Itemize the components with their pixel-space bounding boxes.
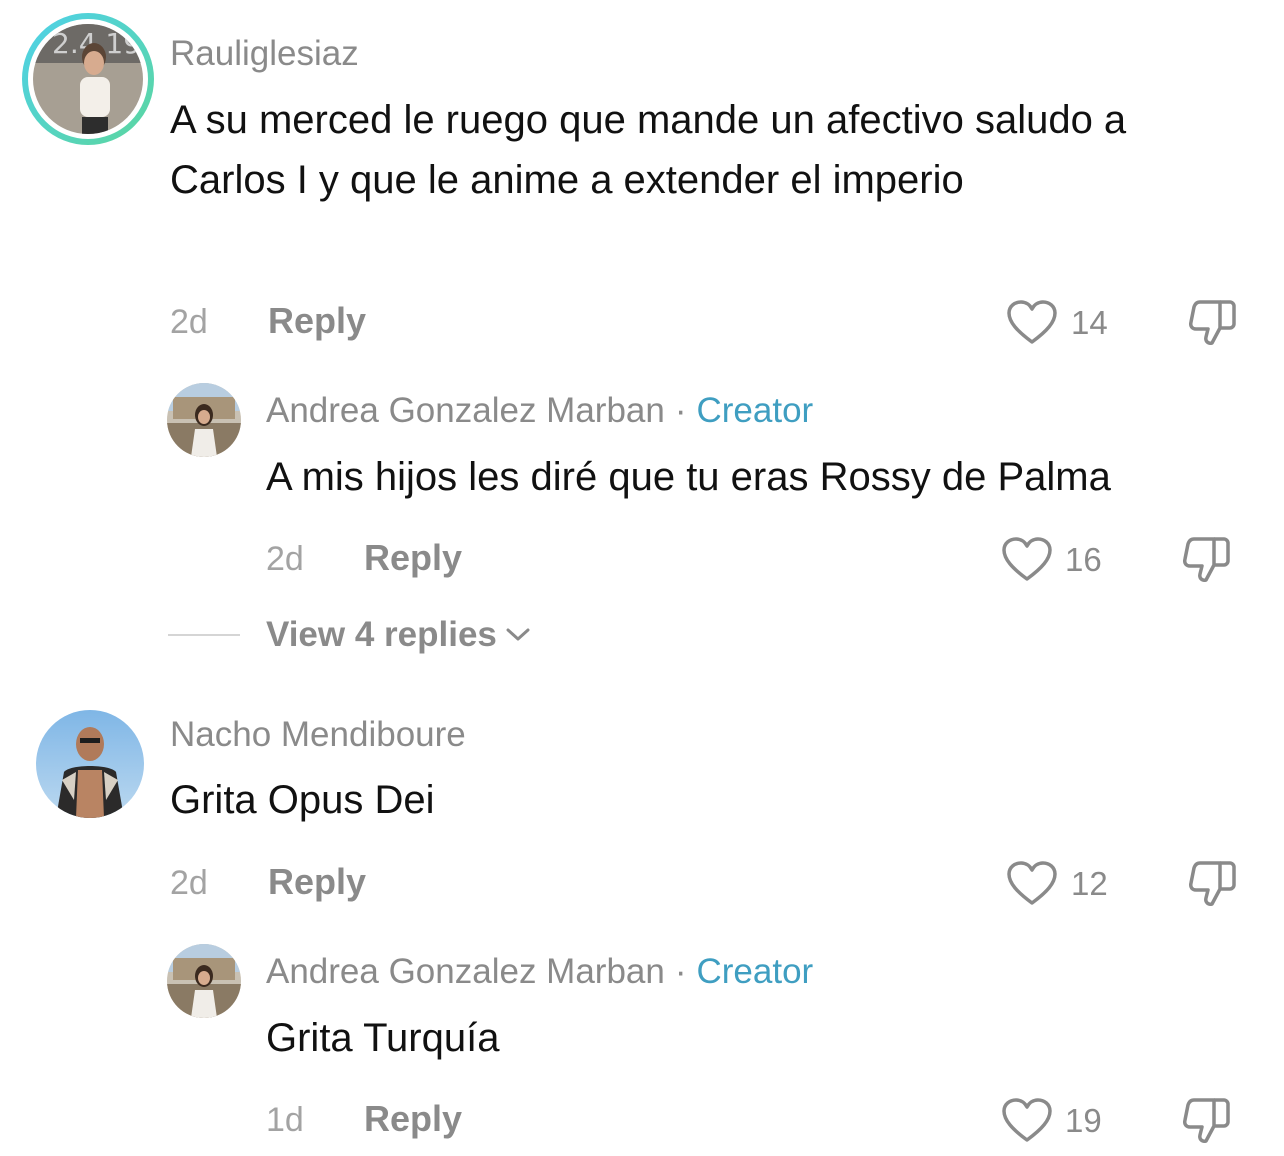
heart-icon[interactable] [1000,535,1054,583]
reply-username[interactable]: Andrea Gonzalez Marban [266,393,665,428]
comment-username[interactable]: Rauliglesiaz [170,36,359,71]
creator-badge: Creator [696,952,814,991]
reply-header: Andrea Gonzalez Marban · Creator [266,393,813,428]
heart-icon[interactable] [1005,298,1059,346]
view-replies-label[interactable]: View 4 replies [266,617,497,652]
separator-dot: · [674,952,687,991]
dislike-icon[interactable] [1186,298,1238,348]
heart-icon[interactable] [1000,1096,1054,1144]
reply-timestamp: 1d [266,1101,304,1139]
comment-text: A su merced le ruego que mande un afecti… [170,98,1127,202]
creator-badge: Creator [696,391,814,430]
heart-icon[interactable] [1005,859,1059,907]
avatar[interactable] [167,383,241,457]
like-count: 14 [1071,304,1108,341]
replies-divider [168,634,240,636]
reply-text: A mis hijos les diré que tu eras Rossy d… [266,455,1111,499]
reply-button[interactable]: Reply [268,864,366,900]
comment-text: Grita Opus Dei [170,778,435,822]
avatar[interactable]: 2.4.19 [22,13,154,145]
reply-username[interactable]: Andrea Gonzalez Marban [266,954,665,989]
dislike-icon[interactable] [1186,859,1238,909]
reply-button[interactable]: Reply [364,540,462,576]
reply-timestamp: 2d [266,540,304,578]
comment-username[interactable]: Nacho Mendiboure [170,717,466,752]
reply-button[interactable]: Reply [364,1101,462,1137]
comment-timestamp: 2d [170,864,208,902]
dislike-icon[interactable] [1180,535,1232,585]
chevron-down-icon[interactable] [505,626,531,644]
separator-dot: · [674,391,687,430]
avatar[interactable] [36,710,144,818]
dislike-icon[interactable] [1180,1096,1232,1146]
avatar[interactable] [167,944,241,1018]
reply-header: Andrea Gonzalez Marban · Creator [266,954,813,989]
reply-text: Grita Turquía [266,1016,500,1060]
reply-button[interactable]: Reply [268,303,366,339]
view-replies-button[interactable]: View 4 replies [266,617,531,652]
comment-timestamp: 2d [170,303,208,341]
like-count: 16 [1065,541,1102,578]
like-count: 19 [1065,1102,1102,1139]
like-count: 12 [1071,865,1108,902]
